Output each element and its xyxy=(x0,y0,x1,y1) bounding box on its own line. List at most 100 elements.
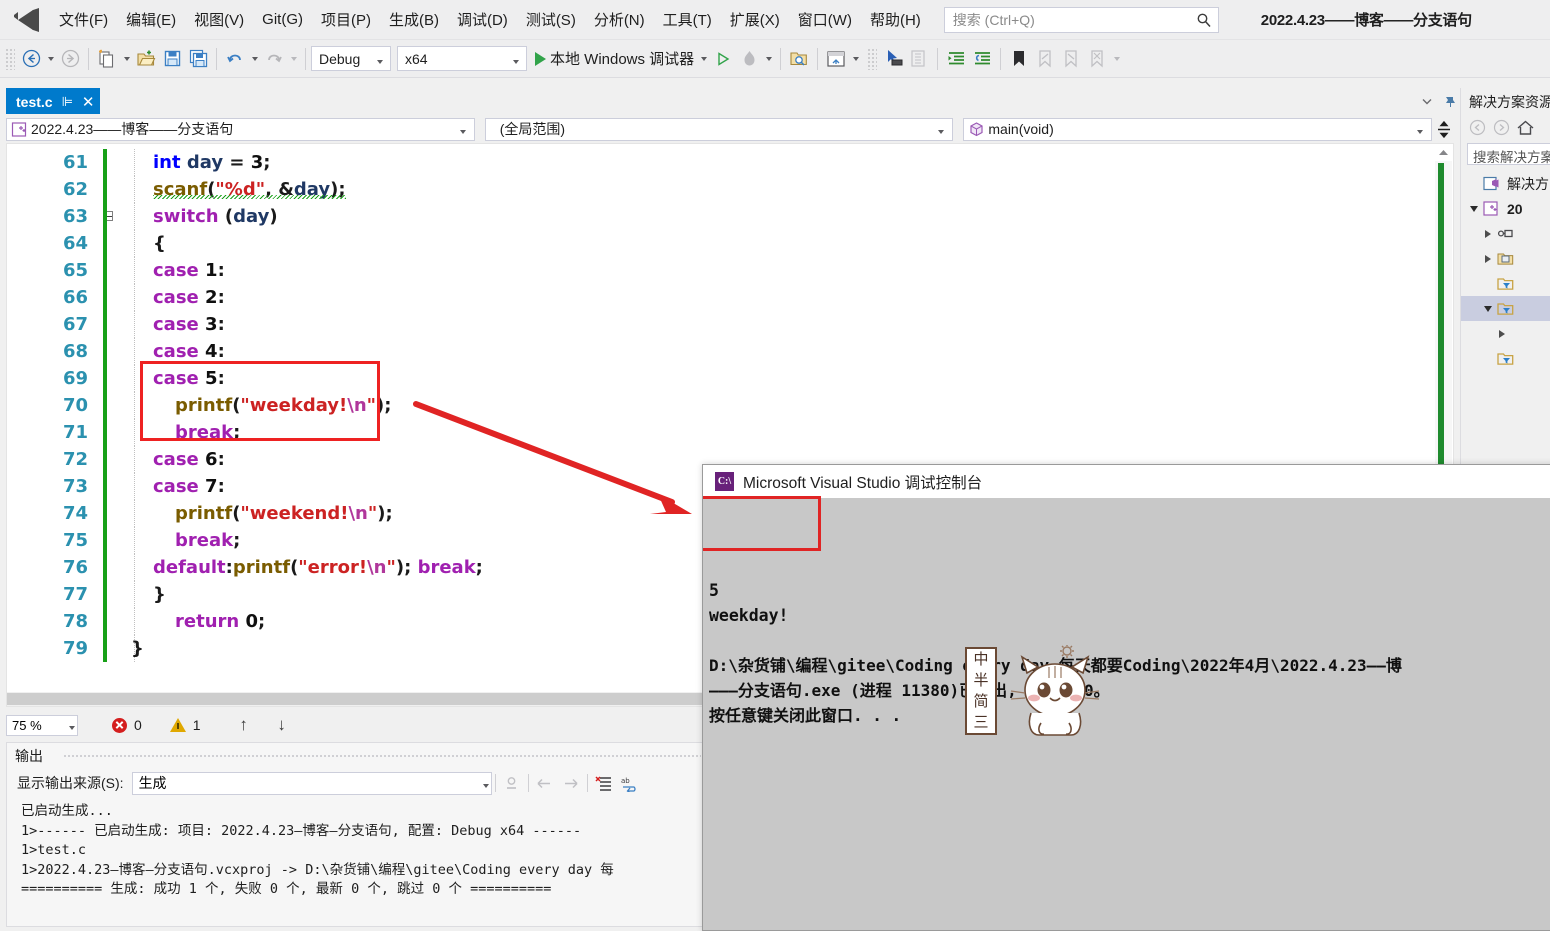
tree-expander[interactable] xyxy=(1493,329,1511,338)
navigate-back-dropdown[interactable] xyxy=(44,47,57,71)
nav-forward-icon[interactable] xyxy=(1489,116,1513,138)
split-window-icon[interactable] xyxy=(1434,118,1454,141)
zoom-dropdown-icon[interactable] xyxy=(69,718,75,733)
project-scope-dropdown-icon[interactable] xyxy=(454,121,472,137)
ime-mode-box[interactable]: 中 半 简 三 xyxy=(965,647,997,735)
new-item-icon[interactable] xyxy=(94,46,120,72)
save-icon[interactable] xyxy=(159,46,185,72)
tree-node[interactable] xyxy=(1461,246,1550,271)
warning-count-group[interactable]: 1 xyxy=(169,717,201,733)
tree-node[interactable] xyxy=(1461,346,1550,371)
tree-expander[interactable] xyxy=(1465,205,1483,212)
open-file-icon[interactable] xyxy=(133,46,159,72)
nav-back-icon[interactable] xyxy=(1465,116,1489,138)
bookmark-icon[interactable] xyxy=(1006,46,1032,72)
output-source-dropdown-icon[interactable] xyxy=(482,775,489,791)
new-item-dropdown[interactable] xyxy=(120,47,133,71)
clear-bookmarks-icon[interactable] xyxy=(1084,46,1110,72)
navigate-forward-icon[interactable] xyxy=(57,46,83,72)
tree-node[interactable] xyxy=(1461,296,1550,321)
start-without-debugging-icon[interactable] xyxy=(710,46,736,72)
window-layout-dropdown[interactable] xyxy=(849,47,862,71)
solution-explorer-tree[interactable]: 解决方 20 xyxy=(1461,171,1550,371)
undo-dropdown[interactable] xyxy=(248,47,261,71)
find-message-icon[interactable] xyxy=(499,771,525,795)
project-scope-combo[interactable]: 2022.4.23——博客——分支语句 xyxy=(6,117,475,141)
menu-item-file[interactable]: 文件(F) xyxy=(50,3,117,36)
type-scope-dropdown-icon[interactable] xyxy=(932,121,950,137)
redo-icon[interactable] xyxy=(261,46,287,72)
toolbar-overflow-icon[interactable] xyxy=(1110,47,1123,71)
code-line[interactable]: 63 switch (day) xyxy=(7,203,483,230)
menu-item-debug[interactable]: 调试(D) xyxy=(448,3,517,36)
output-source-combo[interactable]: 生成 xyxy=(131,771,492,795)
previous-issue-arrow-icon[interactable]: ↑ xyxy=(231,714,257,736)
code-line[interactable]: 66 case 2: xyxy=(7,284,483,311)
hot-reload-icon[interactable] xyxy=(736,46,762,72)
previous-bookmark-icon[interactable] xyxy=(1032,46,1058,72)
menu-item-extensions[interactable]: 扩展(X) xyxy=(721,3,789,36)
toolbar-grip[interactable] xyxy=(5,47,15,70)
go-to-previous-message-icon[interactable] xyxy=(532,771,558,795)
member-scope-combo[interactable]: main(void) xyxy=(963,117,1433,141)
code-line[interactable]: 65 case 1: xyxy=(7,257,483,284)
code-line[interactable]: 62 scanf("%d", &day); xyxy=(7,176,483,203)
solution-explorer-search-input[interactable]: 搜索解决方案 xyxy=(1467,143,1550,165)
console-title-bar[interactable]: C:\ Microsoft Visual Studio 调试控制台 xyxy=(703,465,1550,498)
editor-hscroll-thumb[interactable] xyxy=(7,693,707,705)
menu-item-view[interactable]: 视图(V) xyxy=(185,3,253,36)
code-line[interactable]: 72 case 6: xyxy=(7,446,483,473)
menu-item-edit[interactable]: 编辑(E) xyxy=(117,3,185,36)
tree-node[interactable]: 20 xyxy=(1461,196,1550,221)
find-in-files-icon[interactable] xyxy=(786,46,812,72)
code-line[interactable]: 79} xyxy=(7,635,483,662)
decrease-indent-icon[interactable] xyxy=(969,46,995,72)
code-line[interactable]: 67 case 3: xyxy=(7,311,483,338)
increase-indent-icon[interactable] xyxy=(943,46,969,72)
code-line[interactable]: 73 case 7: xyxy=(7,473,483,500)
debug-console-window[interactable]: C:\ Microsoft Visual Studio 调试控制台 5 weekd… xyxy=(702,464,1550,931)
tree-node[interactable]: 解决方 xyxy=(1461,171,1550,196)
menu-item-project[interactable]: 项目(P) xyxy=(312,3,380,36)
pin-group-icon[interactable] xyxy=(1438,91,1460,111)
configuration-dropdown-icon[interactable] xyxy=(372,51,388,67)
editor-scroll-up-button[interactable] xyxy=(1435,144,1452,161)
menu-item-git[interactable]: Git(G) xyxy=(253,5,312,34)
code-line[interactable]: 68 case 4: xyxy=(7,338,483,365)
code-line[interactable]: 74 printf("weekend!\n"); xyxy=(7,500,483,527)
member-scope-dropdown-icon[interactable] xyxy=(1411,121,1429,137)
code-line[interactable]: 75 break; xyxy=(7,527,483,554)
menu-item-analyze[interactable]: 分析(N) xyxy=(585,3,654,36)
home-icon[interactable] xyxy=(1513,116,1537,138)
code-line[interactable]: 64 { xyxy=(7,230,483,257)
active-files-dropdown-icon[interactable] xyxy=(1416,91,1438,111)
global-search-input[interactable]: 搜索 (Ctrl+Q) xyxy=(943,6,1219,33)
menu-item-tools[interactable]: 工具(T) xyxy=(654,3,721,36)
next-bookmark-icon[interactable] xyxy=(1058,46,1084,72)
platform-dropdown-icon[interactable] xyxy=(508,51,524,67)
solution-configuration-combo[interactable]: Debug xyxy=(311,46,391,71)
redo-dropdown[interactable] xyxy=(287,47,300,71)
code-line[interactable]: 61 int day = 3; xyxy=(7,149,483,176)
tree-node[interactable] xyxy=(1461,321,1550,346)
tree-expander[interactable] xyxy=(1479,254,1497,263)
toggle-word-wrap-icon[interactable]: ab xyxy=(617,771,643,795)
start-debugging-dropdown[interactable] xyxy=(697,47,710,71)
solution-platform-combo[interactable]: x64 xyxy=(397,46,527,71)
error-count-group[interactable]: 0 xyxy=(112,717,142,733)
tree-expander[interactable] xyxy=(1479,229,1497,238)
pointer-select-icon[interactable] xyxy=(880,46,906,72)
code-line[interactable]: 78 return 0; xyxy=(7,608,483,635)
type-scope-combo[interactable]: (全局范围) xyxy=(484,117,954,141)
tree-node[interactable] xyxy=(1461,271,1550,296)
close-icon[interactable]: ✕ xyxy=(82,93,95,111)
ime-indicator-widget[interactable]: 中 半 简 三 xyxy=(965,645,1105,740)
zoom-level-combo[interactable]: 75 % xyxy=(6,714,78,736)
next-issue-arrow-icon[interactable]: ↓ xyxy=(269,714,295,736)
clear-all-icon[interactable] xyxy=(591,771,617,795)
start-debugging-button[interactable]: 本地 Windows 调试器 xyxy=(533,46,697,72)
hot-reload-dropdown[interactable] xyxy=(762,47,775,71)
code-line[interactable]: 70 printf("weekday!\n"); xyxy=(7,392,483,419)
code-line[interactable]: 77} xyxy=(7,581,483,608)
code-line[interactable]: 71 break; xyxy=(7,419,483,446)
